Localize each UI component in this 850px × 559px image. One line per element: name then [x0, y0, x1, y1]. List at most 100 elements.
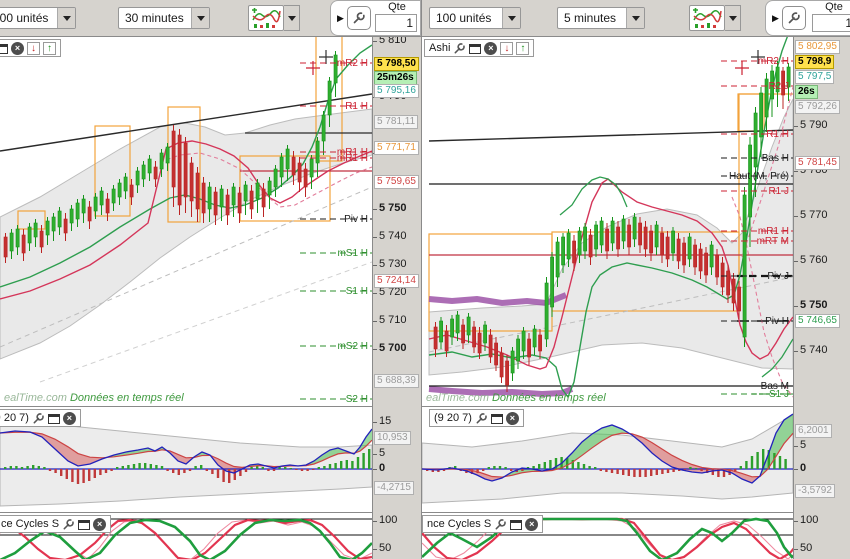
level-label: Haut (M, Pré) — [729, 171, 789, 182]
units-value: 100 unités — [436, 11, 492, 25]
units-dropdown[interactable]: 100 unités — [429, 7, 521, 29]
wrench-icon[interactable] — [62, 518, 75, 531]
level-label: mS1 H — [337, 248, 368, 259]
move-down-icon[interactable]: ↓ — [500, 41, 514, 55]
axis-value: 5 — [373, 447, 386, 459]
macd-panel-left[interactable]: (9 20 7) × 15 10,953 5 0 -4,2715 — [0, 406, 421, 513]
histogram-bar — [166, 469, 169, 471]
quantity-group: Qte 1 — [812, 1, 850, 35]
close-icon[interactable]: × — [505, 411, 519, 425]
settings-button[interactable] — [782, 6, 806, 30]
close-icon[interactable]: × — [11, 41, 24, 55]
wrench-icon[interactable] — [494, 518, 507, 531]
cycles-panel-left[interactable]: ce Cycles S × 100 50 — [0, 512, 421, 559]
toolbar-left: 100 unités 30 minutes ▶ — [0, 0, 421, 36]
price-axis-left[interactable]: 5 8105 7905 7705 7505 7405 7305 7205 710… — [372, 37, 421, 407]
units-dropdown-button[interactable] — [57, 8, 75, 28]
histogram-bar — [543, 462, 546, 469]
axis-price-value: 5 688,39 — [374, 374, 419, 388]
level-label: Bas H — [762, 153, 789, 164]
timeframe-dropdown[interactable]: 30 minutes — [118, 7, 210, 29]
units-dropdown-button[interactable] — [502, 8, 520, 28]
histogram-bar — [15, 466, 18, 469]
move-down-icon[interactable]: ↓ — [27, 41, 40, 55]
chart-style-icon — [252, 8, 281, 28]
cycles-panel-right[interactable]: nce Cycles S × 100 50 — [422, 512, 850, 559]
main-chart-left[interactable]: mR2 H R1 HmR1 HmR1 H Piv HmS1 H S1 HmS2 H S2… — [0, 36, 421, 407]
moving-average — [559, 176, 628, 216]
axis-tick: 5 790 — [794, 119, 828, 131]
candlestick-chart-30min[interactable]: mR2 HR1 HmR1 HmR1 HPiv HmS1 HS1 HmS2 HS2… — [0, 37, 372, 407]
price-axis-right[interactable]: 5 790 5 780 5 770 5 760 5 750 5 740 5 802,95 5 … — [793, 37, 850, 407]
histogram-bar — [127, 465, 130, 469]
watermark-realtime: Données en temps réel — [491, 392, 606, 404]
close-icon[interactable]: × — [62, 411, 76, 425]
histogram-bar — [116, 467, 119, 469]
level-label: Piv H — [344, 214, 368, 225]
wrench-icon[interactable] — [475, 412, 488, 425]
histogram-bar — [655, 469, 658, 475]
chart-style-dropdown-button[interactable] — [284, 5, 300, 31]
chart-style-button[interactable] — [248, 5, 284, 31]
restore-window-icon[interactable] — [510, 519, 523, 530]
histogram-bar — [256, 466, 259, 469]
histogram-bar — [216, 469, 220, 478]
timeframe-dropdown[interactable]: 5 minutes — [557, 7, 645, 29]
histogram-bar — [121, 466, 124, 469]
chart-controls-left: × ↓ ↑ — [0, 39, 61, 57]
histogram-bar — [188, 469, 192, 471]
expand-arrow-icon[interactable]: ▶ — [772, 13, 779, 24]
axis-price-value: 26s — [795, 85, 818, 99]
restore-window-icon[interactable] — [469, 43, 482, 54]
macd-axis-left[interactable]: 15 10,953 5 0 -4,2715 — [372, 407, 421, 513]
cycles-axis-right[interactable]: 100 50 — [793, 513, 850, 559]
heikin-ashi-chart-5min[interactable]: mR2 HR2 JR1 HBas HHaut (M, Pré)R1 JmR1 H… — [422, 37, 793, 407]
chart-controls-right: Ashi × ↓ ↑ — [424, 39, 535, 57]
settings-button[interactable] — [347, 6, 371, 30]
restore-window-icon[interactable] — [490, 413, 503, 424]
order-quick-panel: ▶ Qte 1 — [765, 0, 850, 36]
quantity-input[interactable]: 1 — [375, 14, 417, 32]
restore-window-icon[interactable] — [47, 413, 60, 424]
macd-panel-right[interactable]: (9 20 7) × 6,2001 5 0 -3,5792 — [422, 406, 850, 513]
close-icon[interactable]: × — [93, 517, 107, 531]
histogram-bar — [250, 467, 253, 469]
chart-style-button[interactable] — [689, 5, 725, 31]
axis-price-value: 5 798,50 — [374, 57, 419, 71]
main-chart-right[interactable]: mR2 H R2 J R1 H Bas H Haut (M, Pré) R1 JmR1 H… — [422, 36, 850, 407]
cycles-header-right: nce Cycles S × — [422, 515, 544, 533]
macd-axis-right[interactable]: 6,2001 5 0 -3,5792 — [793, 407, 850, 513]
quantity-input[interactable]: 1 — [812, 14, 850, 32]
close-icon[interactable]: × — [525, 517, 539, 531]
axis-value: 15 — [373, 415, 392, 427]
axis-value: 0 — [794, 462, 807, 474]
histogram-bar — [132, 464, 136, 469]
wrench-icon[interactable] — [453, 42, 466, 55]
timeframe-dropdown-button[interactable] — [626, 8, 644, 28]
move-up-icon[interactable]: ↑ — [516, 41, 530, 55]
axis-value: 0 — [373, 462, 386, 474]
restore-window-icon[interactable] — [0, 43, 8, 54]
histogram-bar — [149, 464, 152, 469]
close-icon[interactable]: × — [484, 41, 498, 55]
wrench-icon[interactable] — [32, 412, 45, 425]
crosshair-marker — [319, 50, 333, 64]
axis-price-value: 5 759,65 — [374, 175, 419, 189]
axis-price-value: 25m26s — [374, 71, 417, 85]
axis-price-value: 5 746,65 — [795, 314, 840, 328]
histogram-bar — [610, 469, 614, 473]
cycles-axis-left[interactable]: 100 50 — [372, 513, 421, 559]
histogram-bar — [627, 469, 630, 476]
restore-window-icon[interactable] — [78, 519, 91, 530]
histogram-bar — [784, 459, 787, 469]
histogram-bar — [756, 452, 759, 469]
histogram-bar — [672, 469, 675, 472]
histogram-bar — [222, 469, 225, 482]
chart-window-right: 100 unités 5 minutes ▶ Qte mR2 H R2 J R1… — [421, 0, 850, 559]
expand-arrow-icon[interactable]: ▶ — [337, 13, 344, 24]
chart-style-dropdown-button[interactable] — [725, 5, 741, 31]
units-dropdown[interactable]: 100 unités — [0, 7, 76, 29]
move-up-icon[interactable]: ↑ — [43, 41, 56, 55]
timeframe-dropdown-button[interactable] — [191, 8, 209, 28]
histogram-bar — [200, 465, 203, 469]
